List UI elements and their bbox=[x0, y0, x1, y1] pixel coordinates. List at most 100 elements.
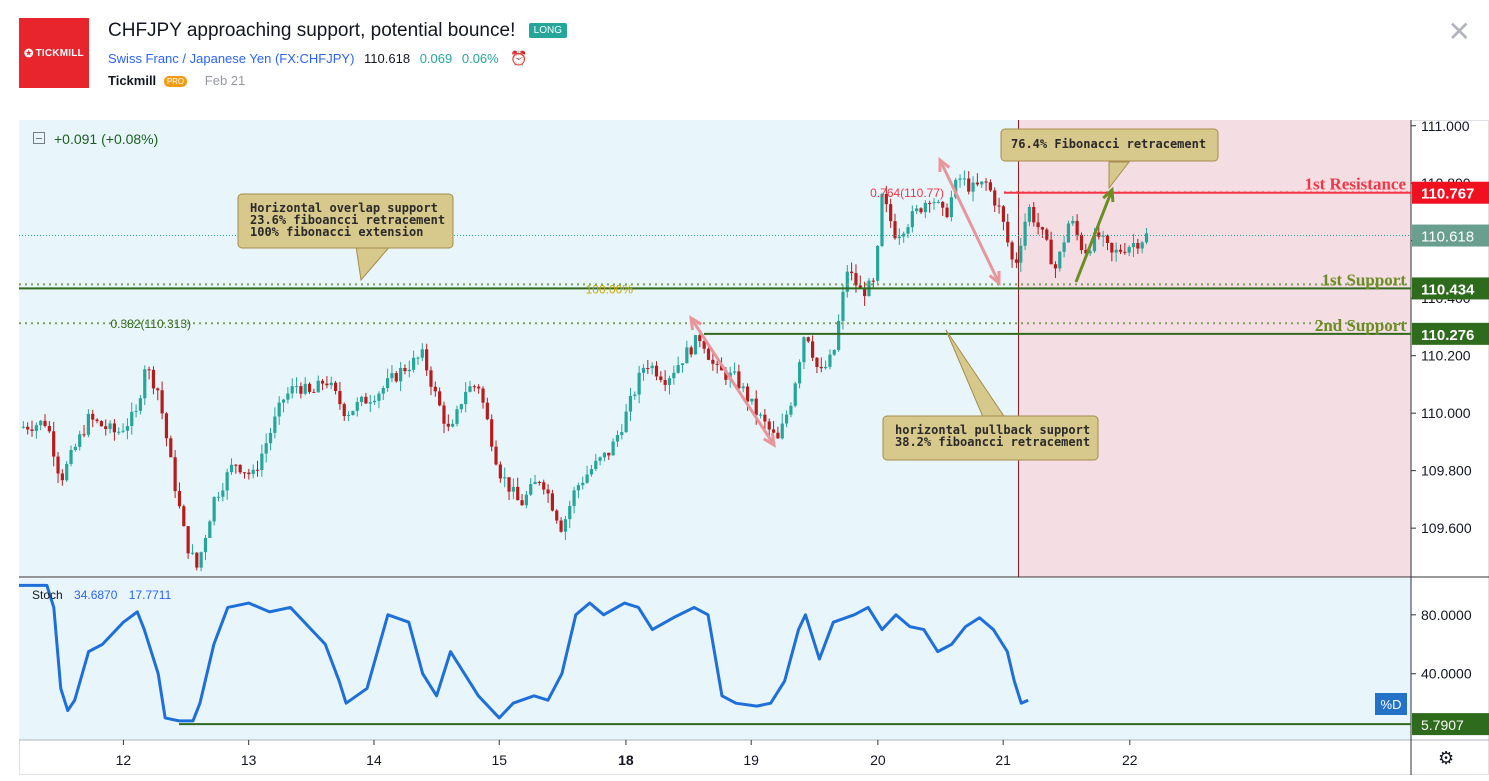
candle-body bbox=[967, 178, 971, 192]
candle-body bbox=[316, 380, 320, 393]
tickmill-mark-icon: ✪ bbox=[24, 47, 34, 60]
candle-body bbox=[1131, 243, 1136, 248]
collapse-legend-button[interactable] bbox=[33, 132, 45, 144]
candle-body bbox=[273, 416, 277, 433]
candle-body bbox=[1053, 264, 1058, 269]
candle-body bbox=[1001, 206, 1006, 222]
candle-body bbox=[1036, 222, 1040, 228]
candle-body bbox=[212, 497, 216, 522]
candle-body bbox=[1110, 243, 1114, 253]
candle-body bbox=[754, 398, 758, 415]
y-tick-label: 110.200 bbox=[1421, 348, 1471, 364]
candle-body bbox=[550, 493, 555, 511]
candle-body bbox=[576, 485, 581, 491]
candle-body bbox=[481, 388, 485, 403]
candle-body bbox=[451, 423, 455, 427]
candle-body bbox=[190, 552, 195, 554]
candle-body bbox=[43, 420, 47, 426]
candle-body bbox=[793, 383, 797, 406]
candle-body bbox=[928, 202, 932, 204]
logo-text: TICKMILL bbox=[35, 47, 84, 59]
candle-body bbox=[373, 400, 377, 403]
candle-body bbox=[711, 359, 715, 364]
candle-body bbox=[837, 320, 841, 350]
candle-body bbox=[446, 423, 450, 427]
candle-body bbox=[993, 190, 997, 206]
candle-body bbox=[689, 347, 693, 355]
candle-body bbox=[1105, 235, 1110, 244]
x-tick-label: 12 bbox=[116, 752, 132, 768]
candle-body bbox=[151, 369, 156, 389]
candle-body bbox=[346, 415, 351, 417]
candle-body bbox=[65, 463, 69, 481]
candle-body bbox=[147, 369, 151, 371]
candle-body bbox=[268, 432, 273, 444]
candle-body bbox=[771, 429, 776, 433]
candle-body bbox=[1027, 207, 1032, 222]
candle-body bbox=[1014, 259, 1019, 263]
candle-body bbox=[1062, 242, 1066, 252]
candle-body bbox=[945, 207, 949, 218]
symbol-name-link[interactable]: Swiss Franc / Japanese Yen bbox=[108, 51, 271, 66]
candle-body bbox=[941, 201, 945, 208]
candle-body bbox=[958, 178, 962, 180]
candle-body bbox=[394, 373, 398, 382]
candle-body bbox=[325, 383, 329, 386]
candle-body bbox=[286, 393, 290, 400]
gear-icon[interactable]: ⚙ bbox=[1438, 748, 1454, 769]
candle-body bbox=[160, 390, 164, 414]
price-change: 0.069 bbox=[419, 51, 453, 66]
candle-body bbox=[381, 388, 385, 394]
candle-body bbox=[459, 404, 463, 410]
candle-body bbox=[399, 367, 403, 382]
candle-body bbox=[377, 393, 381, 401]
candle-body bbox=[572, 490, 576, 506]
candle-body bbox=[897, 236, 901, 239]
idea-title-row: CHFJPY approaching support, potential bo… bbox=[108, 20, 567, 42]
symbol-row: Swiss Franc / Japanese Yen (FX:CHFJPY) 1… bbox=[108, 50, 528, 67]
candle-body bbox=[420, 349, 424, 358]
candle-body bbox=[602, 452, 607, 458]
candle-body bbox=[255, 469, 260, 471]
candle-body bbox=[971, 182, 975, 192]
fib-label: 0.764(110.77) bbox=[870, 186, 944, 200]
candle-body bbox=[1006, 221, 1010, 243]
callout-fib-764-text: 76.4% Fibonacci retracement bbox=[1011, 137, 1206, 151]
candle-body bbox=[767, 421, 771, 430]
price-chart[interactable]: 111.000110.800110.600110.400110.200110.0… bbox=[19, 120, 1489, 775]
candle-body bbox=[745, 386, 750, 402]
candle-body bbox=[628, 395, 633, 412]
ticker-link[interactable]: (FX:CHFJPY) bbox=[275, 51, 354, 66]
pro-badge: PRO bbox=[163, 76, 188, 87]
candle-body bbox=[507, 477, 511, 492]
candle-body bbox=[503, 477, 507, 479]
author-row: Tickmill PRO Feb 21 bbox=[108, 73, 245, 88]
candle-body bbox=[1140, 242, 1144, 249]
candle-body bbox=[776, 432, 780, 439]
idea-title: CHFJPY approaching support, potential bo… bbox=[108, 20, 516, 41]
candle-body bbox=[303, 383, 307, 394]
alarm-clock-icon[interactable]: ⏰ bbox=[510, 50, 527, 66]
candle-body bbox=[21, 426, 25, 428]
author-link[interactable]: Tickmill bbox=[108, 73, 156, 88]
long-badge: LONG bbox=[528, 23, 567, 38]
candle-body bbox=[737, 371, 741, 389]
candle-body bbox=[802, 337, 806, 363]
candle-body bbox=[112, 423, 117, 433]
candle-body bbox=[138, 398, 143, 411]
candle-body bbox=[156, 388, 160, 391]
candle-body bbox=[251, 469, 255, 475]
candle-body bbox=[880, 193, 884, 246]
candle-body bbox=[203, 537, 208, 553]
candle-body bbox=[1123, 251, 1127, 253]
candle-body bbox=[520, 500, 524, 506]
candle-body bbox=[732, 371, 737, 373]
candle-body bbox=[706, 348, 711, 360]
candle-body bbox=[338, 391, 342, 405]
candle-body bbox=[333, 382, 338, 392]
candle-body bbox=[876, 245, 880, 281]
candle-body bbox=[260, 453, 264, 471]
x-tick-label: 22 bbox=[1122, 752, 1138, 768]
candle-body bbox=[641, 367, 646, 373]
close-icon[interactable]: ✕ bbox=[1448, 18, 1471, 46]
